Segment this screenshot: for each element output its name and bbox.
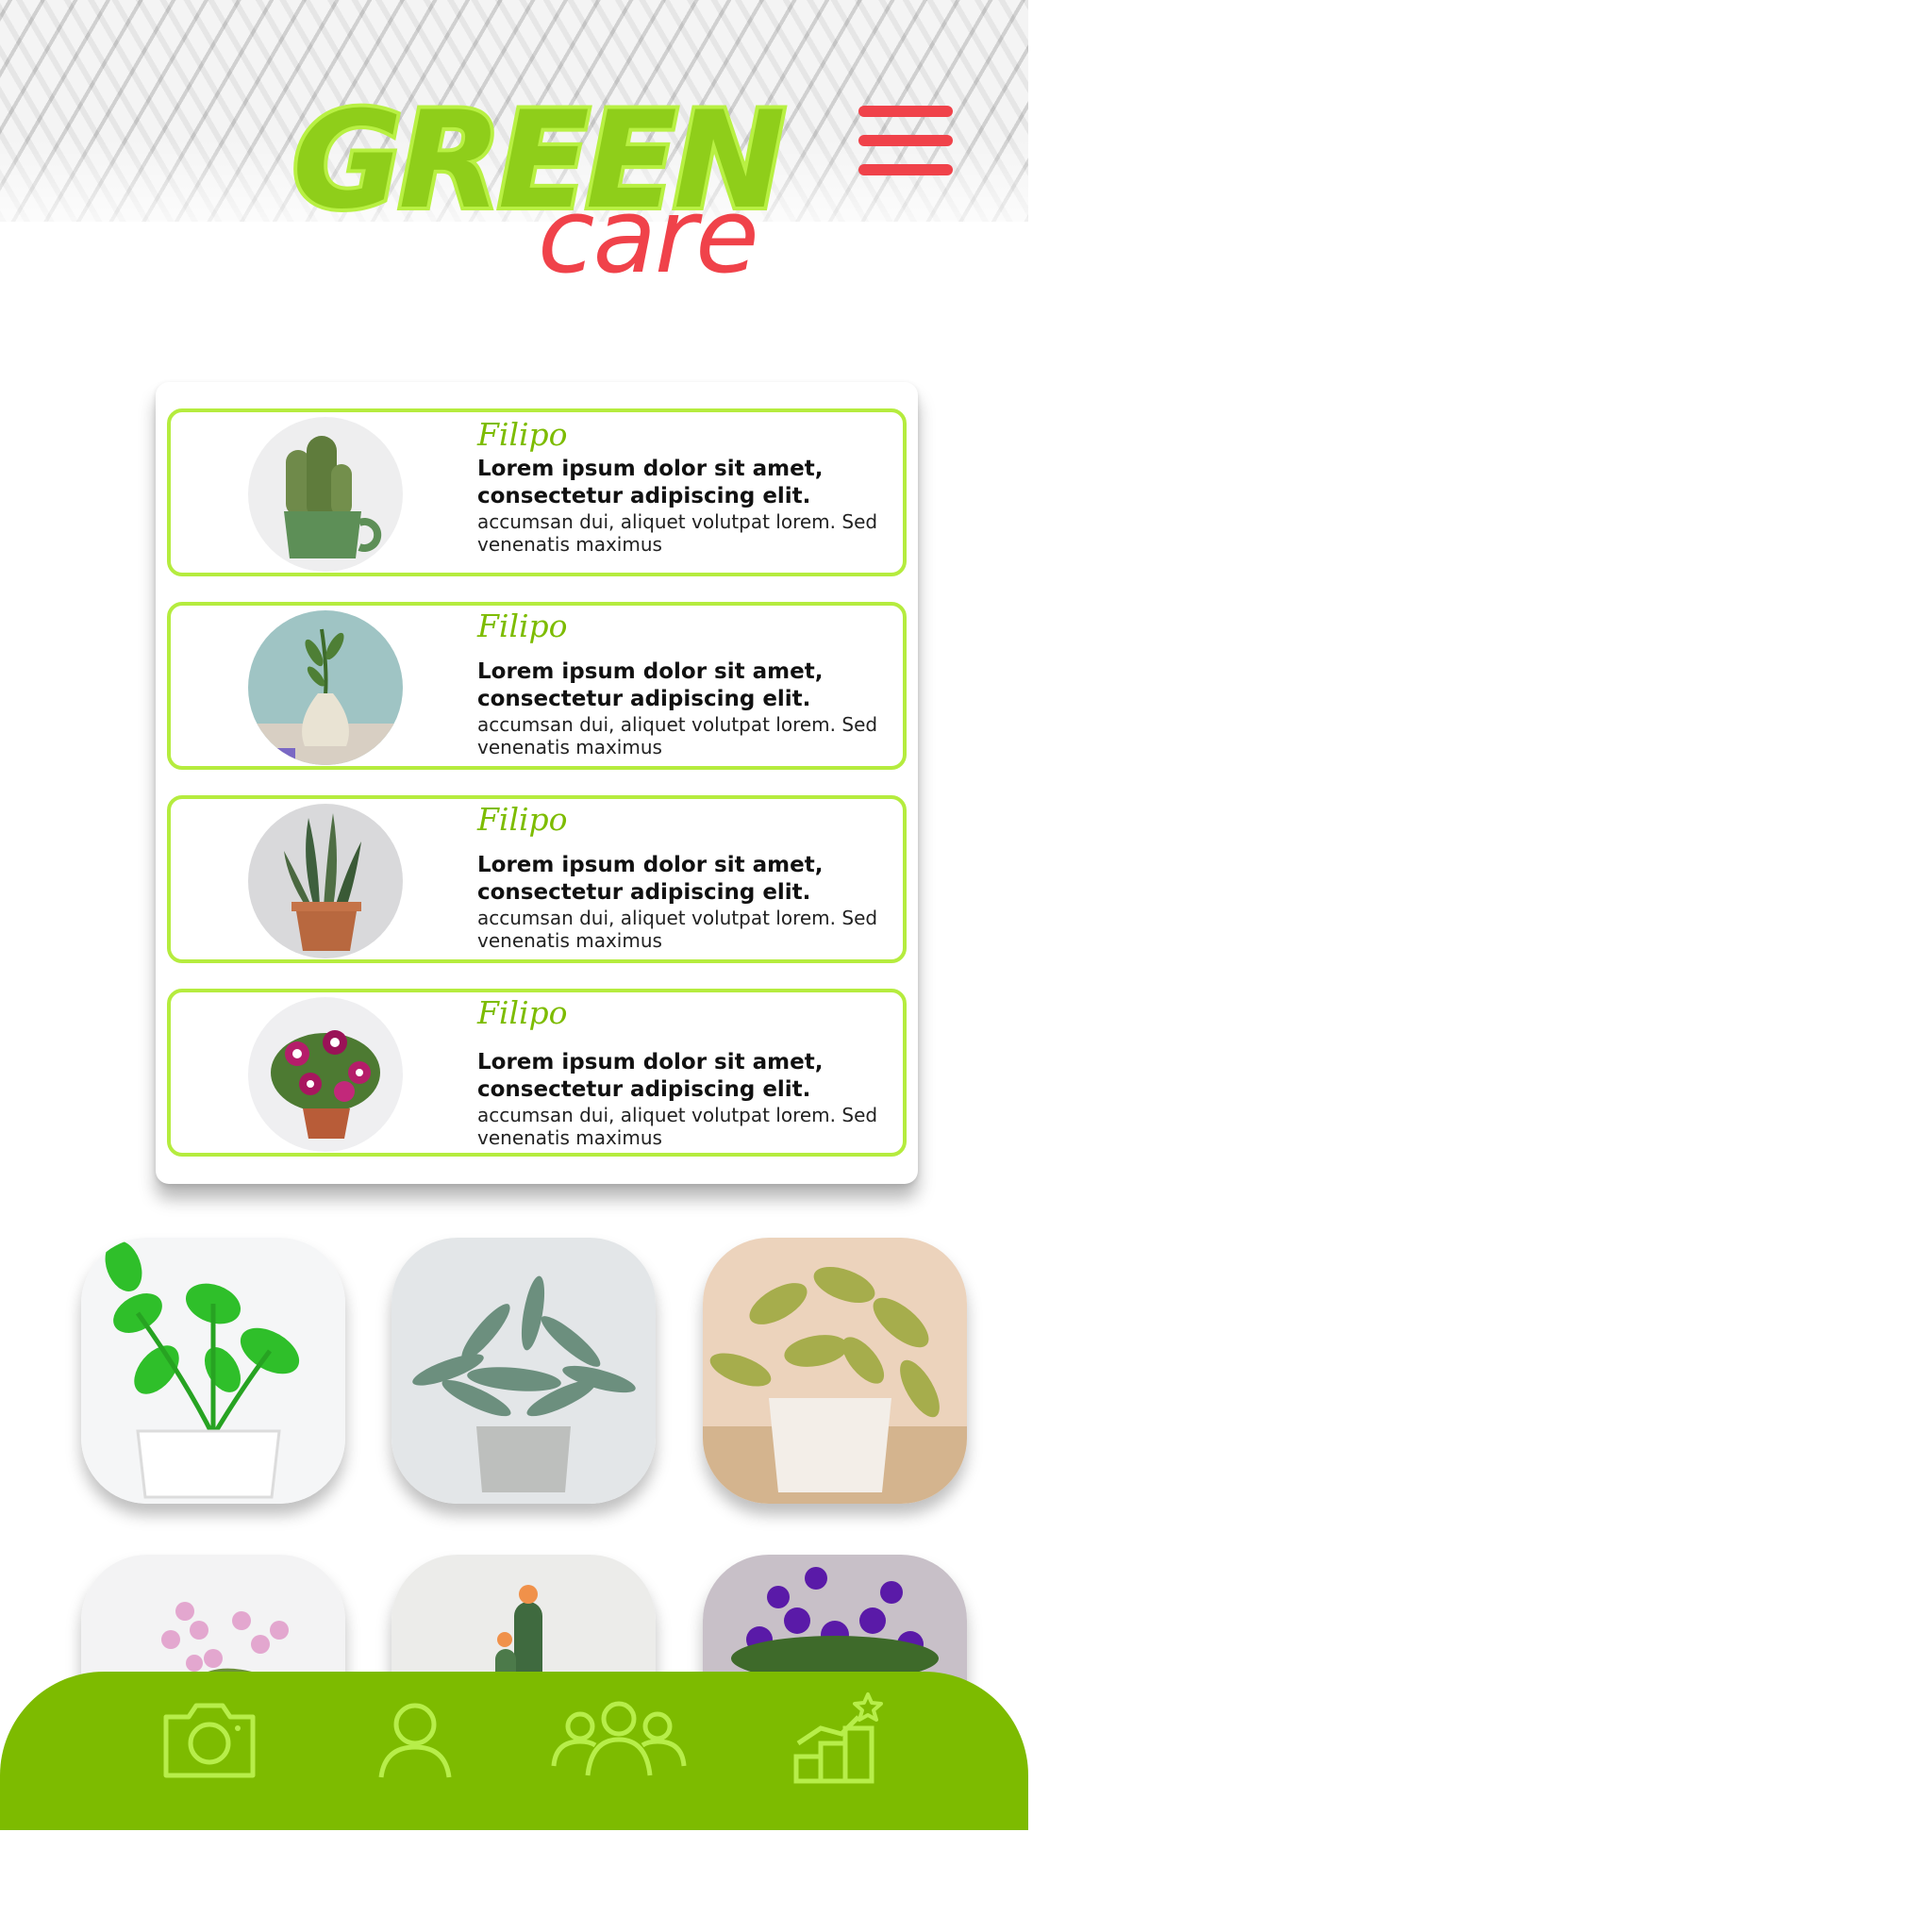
hamburger-menu-icon[interactable] — [858, 106, 953, 179]
plant-body-text: accumsan dui, aliquet volutpat lorem. Se… — [477, 1104, 878, 1149]
community-icon[interactable] — [550, 1700, 688, 1783]
menu-bar — [858, 106, 953, 117]
logo-word-care: care — [538, 175, 759, 296]
plant-list-panel: Filipo Lorem ipsum dolor sit amet, conse… — [156, 382, 918, 1184]
plant-tile-variegated-vine[interactable] — [703, 1238, 967, 1504]
plant-tile-pothos[interactable] — [81, 1238, 345, 1504]
plant-card[interactable]: Filipo Lorem ipsum dolor sit amet, conse… — [167, 602, 907, 770]
plant-tile-eucalyptus[interactable] — [391, 1238, 656, 1504]
plant-photo-vase — [248, 610, 403, 765]
plant-lead-text: Lorem ipsum dolor sit amet, consectetur … — [477, 457, 824, 508]
plant-card[interactable]: Filipo Lorem ipsum dolor sit amet, conse… — [167, 795, 907, 963]
plant-name: Filipo — [477, 608, 568, 644]
plant-body-text: accumsan dui, aliquet volutpat lorem. Se… — [477, 510, 878, 556]
plant-name: Filipo — [477, 801, 568, 838]
plant-name: Filipo — [477, 416, 568, 453]
menu-bar — [858, 135, 953, 146]
menu-bar — [858, 164, 953, 175]
profile-icon[interactable] — [375, 1700, 455, 1783]
camera-icon[interactable] — [160, 1700, 258, 1783]
plant-lead-text: Lorem ipsum dolor sit amet, consectetur … — [477, 853, 824, 905]
plant-body-text: accumsan dui, aliquet volutpat lorem. Se… — [477, 713, 878, 758]
plant-photo-snake-plant — [248, 804, 403, 958]
app-screen: GREEN care Filipo Lorem ipsum dolor sit … — [0, 0, 1028, 1830]
plant-name: Filipo — [477, 994, 568, 1031]
plant-card[interactable]: Filipo Lorem ipsum dolor sit amet, conse… — [167, 408, 907, 576]
plant-body-text: accumsan dui, aliquet volutpat lorem. Se… — [477, 907, 878, 952]
plant-card[interactable]: Filipo Lorem ipsum dolor sit amet, conse… — [167, 989, 907, 1157]
plant-photo-petunia — [248, 997, 403, 1152]
ranking-chart-icon[interactable] — [792, 1690, 887, 1789]
plant-lead-text: Lorem ipsum dolor sit amet, consectetur … — [477, 1050, 824, 1102]
plant-photo-cactus — [248, 417, 403, 572]
plant-lead-text: Lorem ipsum dolor sit amet, consectetur … — [477, 659, 824, 711]
bottom-navigation-bar — [0, 1672, 1028, 1830]
